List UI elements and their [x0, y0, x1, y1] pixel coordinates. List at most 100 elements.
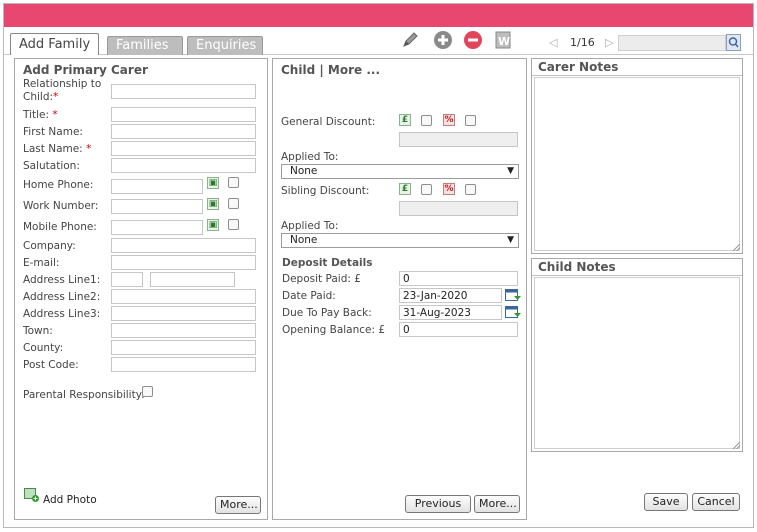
home-phone-label: Home Phone:: [23, 179, 94, 191]
carer-notes-title: Carer Notes: [532, 59, 742, 76]
relationship-field[interactable]: [111, 84, 256, 99]
tab-add-family[interactable]: Add Family: [10, 33, 100, 55]
parental-responsibility-label: Parental Responsibility:: [23, 389, 145, 401]
date-paid-field[interactable]: [399, 288, 502, 303]
mobile-phone-label: Mobile Phone:: [23, 221, 97, 233]
sibling-discount-field[interactable]: [399, 201, 518, 216]
last-name-label: Last Name: *: [23, 143, 92, 155]
percent-icon[interactable]: %: [443, 114, 455, 126]
child-notes-panel: Child Notes: [531, 258, 743, 452]
work-number-label: Work Number:: [23, 200, 99, 212]
svg-text:W: W: [498, 35, 510, 48]
general-discount-pound-checkbox[interactable]: [421, 115, 432, 126]
relationship-label: Relationship to: [23, 78, 102, 90]
tab-enquiries[interactable]: Enquiries: [187, 36, 263, 55]
plus-circle-icon[interactable]: [433, 30, 453, 50]
search-icon[interactable]: [726, 34, 741, 51]
phone-book-icon[interactable]: ▣: [207, 219, 219, 231]
town-label: Town:: [23, 325, 53, 337]
salutation-field[interactable]: [111, 158, 256, 173]
deposit-details-header: Deposit Details: [282, 257, 373, 269]
title-field[interactable]: [111, 107, 256, 122]
deposit-paid-field[interactable]: [399, 271, 518, 286]
carer-notes-panel: Carer Notes: [531, 58, 743, 254]
applied-to-label-2: Applied To:: [281, 220, 339, 232]
opening-balance-field[interactable]: [399, 322, 518, 337]
address3-field[interactable]: [111, 306, 256, 321]
sibling-discount-percent-checkbox[interactable]: [465, 184, 476, 195]
first-name-field[interactable]: [111, 124, 256, 139]
chevron-down-icon: ▼: [507, 235, 514, 245]
child-more-button[interactable]: More...: [474, 495, 520, 513]
last-name-field[interactable]: [111, 141, 256, 156]
calendar-icon[interactable]: [505, 305, 521, 319]
county-label: County:: [23, 342, 64, 354]
deposit-paid-label: Deposit Paid: £: [282, 273, 361, 285]
sibling-discount-label: Sibling Discount:: [281, 185, 370, 197]
email-field[interactable]: [111, 255, 256, 270]
address3-label: Address Line3:: [23, 308, 101, 320]
opening-balance-label: Opening Balance: £: [282, 324, 386, 336]
resize-handle-icon[interactable]: [733, 244, 740, 251]
county-field[interactable]: [111, 340, 256, 355]
child-panel: Child | More ... General Discount: £ % A…: [272, 58, 527, 520]
work-number-field[interactable]: [111, 199, 203, 214]
address1-number-field[interactable]: [111, 272, 143, 287]
due-to-pay-back-label: Due To Pay Back:: [282, 307, 372, 319]
applied-to-select[interactable]: None ▼: [281, 164, 519, 179]
pencil-icon[interactable]: [400, 30, 420, 50]
applied-to-select-2[interactable]: None ▼: [281, 233, 519, 248]
tab-families[interactable]: Families: [107, 36, 183, 55]
applied-to-label: Applied To:: [281, 151, 339, 163]
minus-circle-icon[interactable]: [463, 30, 483, 50]
town-field[interactable]: [111, 323, 256, 338]
general-discount-field[interactable]: [399, 132, 518, 147]
panel-title: Child | More ...: [281, 63, 380, 77]
home-phone-field[interactable]: [111, 179, 203, 194]
add-photo-icon[interactable]: [24, 488, 40, 503]
prev-record-icon[interactable]: ◁: [549, 36, 557, 49]
pound-icon[interactable]: £: [399, 183, 411, 195]
word-document-icon[interactable]: W: [493, 30, 513, 50]
general-discount-label: General Discount:: [281, 116, 376, 128]
next-record-icon[interactable]: ▷: [605, 36, 613, 49]
calendar-icon[interactable]: [505, 288, 521, 302]
phone-book-icon[interactable]: ▣: [207, 198, 219, 210]
mobile-phone-field[interactable]: [111, 220, 203, 235]
percent-icon[interactable]: %: [443, 183, 455, 195]
address1-label: Address Line1:: [23, 274, 101, 286]
mobile-phone-checkbox[interactable]: [228, 219, 239, 230]
pound-icon[interactable]: £: [399, 114, 411, 126]
cancel-button[interactable]: Cancel: [692, 493, 740, 511]
address1-field[interactable]: [150, 272, 235, 287]
add-photo-link[interactable]: Add Photo: [43, 494, 97, 506]
relationship-label-2: Child:*: [23, 91, 59, 103]
company-field[interactable]: [111, 238, 256, 253]
salutation-label: Salutation:: [23, 160, 80, 172]
address2-label: Address Line2:: [23, 291, 101, 303]
work-number-checkbox[interactable]: [228, 198, 239, 209]
previous-button[interactable]: Previous: [405, 495, 471, 513]
resize-handle-icon[interactable]: [733, 442, 740, 449]
home-phone-checkbox[interactable]: [228, 177, 239, 188]
top-bar: [4, 4, 753, 27]
general-discount-percent-checkbox[interactable]: [465, 115, 476, 126]
address2-field[interactable]: [111, 289, 256, 304]
app-window: Add Family Families Enquiries W ◁ 1/16 ▷…: [3, 3, 754, 528]
sibling-discount-pound-checkbox[interactable]: [421, 184, 432, 195]
title-label: Title: *: [23, 109, 58, 121]
date-paid-label: Date Paid:: [282, 290, 336, 302]
chevron-down-icon: ▼: [507, 166, 514, 176]
parental-responsibility-checkbox[interactable]: [142, 386, 153, 397]
phone-book-icon[interactable]: ▣: [207, 177, 219, 189]
search-input[interactable]: [618, 35, 726, 51]
due-to-pay-back-field[interactable]: [399, 305, 502, 320]
postcode-label: Post Code:: [23, 359, 79, 371]
carer-notes-textarea[interactable]: [534, 77, 740, 251]
child-notes-title: Child Notes: [532, 259, 742, 276]
child-notes-textarea[interactable]: [534, 277, 740, 449]
save-button[interactable]: Save: [644, 493, 688, 511]
carer-more-button[interactable]: More...: [215, 496, 261, 514]
primary-carer-panel: Add Primary Carer Relationship to Child:…: [14, 58, 268, 520]
postcode-field[interactable]: [111, 357, 256, 372]
